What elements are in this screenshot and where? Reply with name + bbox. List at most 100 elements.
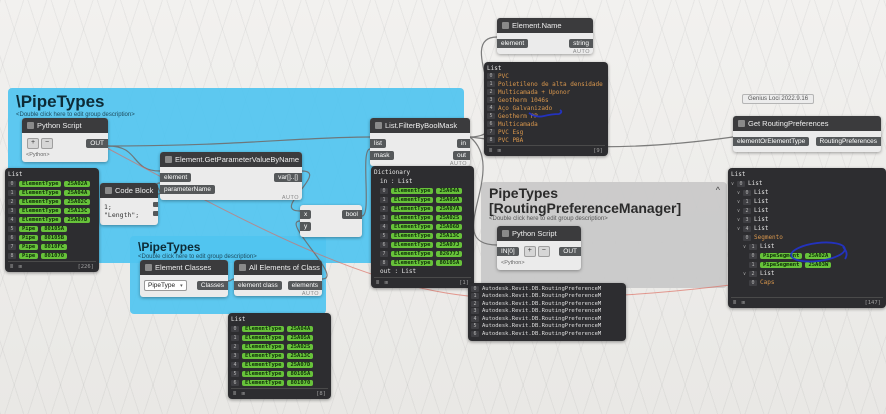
watch-row: 8 Pipe 801070 [8, 251, 96, 260]
watch-dictionary[interactable]: Dictionary in : List 0 ElementType 25A04A 1 El… [371, 166, 474, 288]
watch-routing-preferences-tree[interactable]: List ∨ 0 List ∨ 0 List ∨ 1 List ∨ 2 List ∨ 3 List ∨ 4 List… [728, 168, 886, 308]
dropdown-icon [145, 264, 152, 271]
watch-row: 1 Polietileno de alta densidade [487, 80, 605, 88]
node-title: Python Script [37, 121, 82, 130]
port-var-output[interactable]: var[]..[] [274, 172, 302, 182]
watch-footer-icons[interactable] [489, 148, 502, 154]
python-remove-input-button[interactable]: − [537, 246, 550, 257]
lacing-label[interactable]: AUTO [573, 49, 590, 55]
dynamo-canvas[interactable]: \PipeTypes <Double click here to edit gr… [0, 0, 886, 414]
watch-row: 7 Pipe 8010FC [8, 242, 96, 251]
port-in0[interactable]: IN[0] [497, 247, 519, 256]
node-all-elements-of-class[interactable]: All Elements of Class element class elem… [234, 260, 322, 297]
watch-row: 0 Autodesk.Revit.DB.RoutingPreferenceM [471, 285, 623, 293]
node-element-classes[interactable]: Element Classes PipeType ▾ Classes [140, 260, 228, 297]
lacing-label[interactable]: AUTO [302, 291, 319, 297]
watch-element-types[interactable]: List 0 ElementType 25A02A 1 ElementType 25A04A… [5, 168, 99, 272]
watch-row: 2 ElementType 25A02C [8, 197, 96, 206]
port-out[interactable]: out [452, 150, 470, 160]
port-element[interactable]: element [497, 38, 529, 48]
watch-row: ∨ 0 List [731, 180, 763, 187]
watch-row: 3 ElementType 25A02S [374, 213, 471, 222]
watch-footer-icons[interactable] [733, 300, 746, 306]
port-routing-preferences[interactable]: RoutingPreferences [815, 136, 881, 146]
node-filter-by-bool-mask[interactable]: List.FilterByBoolMask list in mask out A… [370, 118, 470, 167]
node-title: List.FilterByBoolMask [385, 121, 458, 130]
watch-row: 2 Autodesk.Revit.DB.RoutingPreferenceM [471, 300, 623, 308]
node-get-routing-preferences[interactable]: Get RoutingPreferences elementOrElementT… [733, 116, 881, 152]
watch-count: [147] [864, 300, 881, 306]
watch-row: ∨ 0 List [737, 189, 769, 196]
python-add-input-button[interactable]: + [523, 246, 536, 257]
watch-row: 5 Pipe 80105A [8, 224, 96, 233]
python-icon [502, 230, 509, 237]
lacing-label[interactable]: AUTO [282, 195, 299, 201]
port-string[interactable]: string [569, 38, 593, 48]
port-out[interactable]: OUT [86, 139, 108, 148]
port-parameter-name[interactable]: parameterName [160, 184, 215, 194]
watch-footer-icons[interactable] [233, 391, 246, 397]
node-title: Code Block [115, 186, 154, 195]
watch-count: [226] [77, 264, 94, 270]
watch-row: in : List [380, 178, 413, 185]
port-element-or-element-type[interactable]: elementOrElementType [733, 136, 810, 146]
watch-pipe-type-names[interactable]: List 0 PVC 1 Polietileno de alta densidade 2 M… [484, 62, 608, 156]
port-mask[interactable]: mask [370, 150, 394, 160]
watch-row: 3 Geotherm 1046s [487, 96, 605, 104]
python-icon [27, 122, 34, 129]
watch-row: ∨ 4 List [737, 225, 769, 232]
port-x[interactable]: x [300, 209, 312, 219]
group-collapse-icon[interactable]: ^ [709, 182, 727, 198]
watch-row: 5 Autodesk.Revit.DB.RoutingPreferenceM [471, 323, 623, 331]
watch-row: 1 ElementType 25A05A [231, 333, 328, 342]
node-code-block[interactable]: Code Block 1; "Length"; [100, 183, 158, 225]
port-y[interactable]: y [300, 221, 312, 231]
group-title: \PipeTypes [138, 240, 201, 254]
python-engine-label: <Python> [26, 152, 50, 158]
node-element-name[interactable]: Element.Name element string AUTO [497, 18, 593, 55]
watch-row: ∨ 1 List [737, 198, 769, 205]
port-bool[interactable]: bool [341, 209, 362, 219]
port-list[interactable]: list [370, 138, 386, 148]
watch-footer-icons[interactable] [10, 264, 23, 270]
node-equals[interactable]: x bool y [300, 205, 362, 237]
node-python-script-1[interactable]: Python Script + − OUT <Python> [22, 118, 108, 162]
function-icon [165, 156, 172, 163]
node-title: Get RoutingPreferences [748, 119, 829, 128]
watch-footer-icons[interactable] [376, 280, 389, 286]
port-element-class[interactable]: element class [234, 280, 282, 290]
function-icon [502, 22, 509, 29]
watch-row: List [731, 171, 746, 178]
class-dropdown[interactable]: PipeType ▾ [144, 280, 187, 291]
port-elements[interactable]: elements [287, 280, 322, 290]
group-subtitle[interactable]: <Double click here to edit group descrip… [481, 216, 727, 222]
watch-class-elements[interactable]: List 0 ElementType 25A04A 1 ElementType 25A05A… [228, 313, 331, 399]
python-remove-input-button[interactable]: − [41, 138, 53, 149]
port-in[interactable]: in [456, 138, 470, 148]
python-engine-label: <Python> [501, 260, 525, 266]
python-add-input-button[interactable]: + [27, 138, 39, 149]
watch-row: 0 PipeSegment 25A02A [731, 251, 883, 260]
watch-row: ∨ 2 List [743, 270, 775, 277]
node-python-script-2[interactable]: Python Script IN[0] + − OUT <Python> [497, 226, 581, 270]
port-out[interactable] [153, 211, 158, 216]
watch-row: 4 Autodesk.Revit.DB.RoutingPreferenceM [471, 315, 623, 323]
watch-row: 1 ElementType 25A05A [374, 195, 471, 204]
port-classes[interactable]: Classes [196, 281, 228, 290]
watch-row: 8 PVC PBA [487, 136, 605, 144]
node-title: Element.GetParameterValueByName [175, 155, 300, 164]
watch-routing-preference-managers[interactable]: 0 Autodesk.Revit.DB.RoutingPreferenceM 1 Au… [468, 283, 626, 341]
group-title: PipeTypes [489, 185, 558, 201]
watch-row: 4 ElementType 25A07D [231, 360, 328, 369]
watch-row: 6 Pipe 80105B [8, 233, 96, 242]
watch-row: List [487, 64, 502, 72]
code-line[interactable]: 1; [104, 203, 154, 211]
code-line[interactable]: "Length"; [104, 211, 154, 219]
port-element[interactable]: element [160, 172, 192, 182]
port-out[interactable] [153, 202, 158, 207]
node-get-parameter-value-by-name[interactable]: Element.GetParameterValueByName element … [160, 152, 302, 201]
watch-row: 0 PVC [487, 72, 605, 80]
watch-row: 2 Multicamada + Uponor [487, 88, 605, 96]
port-out[interactable]: OUT [559, 247, 581, 256]
watch-row: 7 PVC Esg [487, 128, 605, 136]
